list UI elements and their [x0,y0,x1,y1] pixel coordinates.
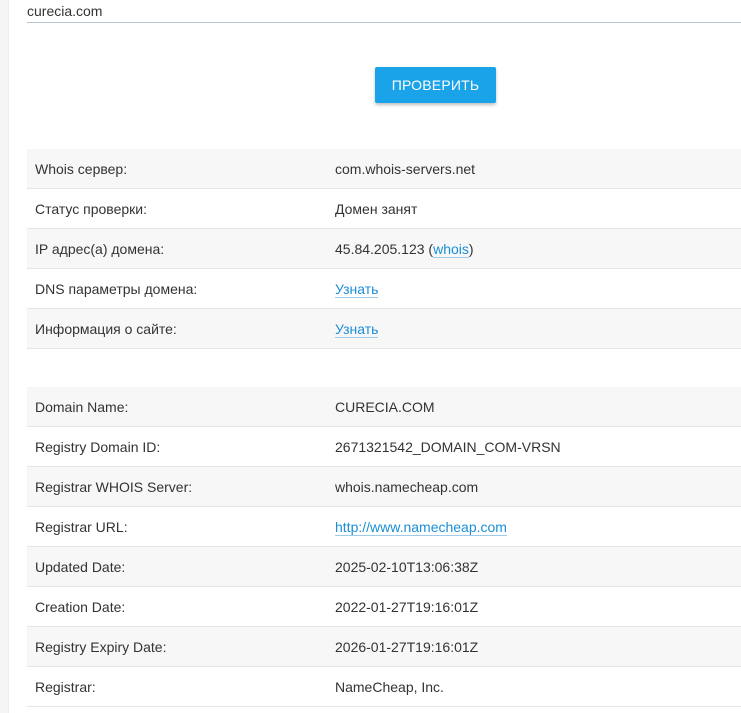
row-label: Registry Domain ID: [27,426,327,467]
table-row: Whois сервер: com.whois-servers.net [27,149,741,189]
table-row: Domain Name: CURECIA.COM [27,387,741,427]
table-row: Registrar WHOIS Server: whois.namecheap.… [27,466,741,507]
row-value: NameCheap, Inc. [327,666,741,707]
left-rail [0,0,9,713]
row-label: Domain Name: [27,387,327,427]
row-value: http://www.namecheap.com [327,506,741,547]
row-value: 2671321542_DOMAIN_COM-VRSN [327,426,741,467]
table-row: Registrar: NameCheap, Inc. [27,666,741,707]
site-info-link[interactable]: Узнать [335,320,379,338]
row-value: com.whois-servers.net [327,149,741,189]
table-row: DNS параметры домена: Узнать [27,268,741,309]
domain-status-table: Whois сервер: com.whois-servers.net Стат… [27,149,741,349]
row-label: Whois сервер: [27,149,327,189]
ip-whois-link[interactable]: whois [433,240,469,258]
row-value: CURECIA.COM [327,387,741,427]
row-value: Узнать [327,308,741,349]
table-row: Registrar URL: http://www.namecheap.com [27,506,741,547]
table-row: Информация о сайте: Узнать [27,308,741,349]
row-label: Статус проверки: [27,188,327,229]
row-label: Creation Date: [27,586,327,627]
row-value: Узнать [327,268,741,309]
domain-input[interactable] [27,0,741,23]
table-row: Registry Domain ID: 2671321542_DOMAIN_CO… [27,426,741,467]
row-label: Информация о сайте: [27,308,327,349]
row-value: 2022-01-27T19:16:01Z [327,586,741,627]
row-label: IP адрес(а) домена: [27,228,327,269]
paren-open: ( [424,240,434,257]
table-row: Статус проверки: Домен занят [27,188,741,229]
row-label: Updated Date: [27,546,327,587]
check-button[interactable]: ПРОВЕРИТЬ [375,67,496,103]
table-row: IP адрес(а) домена: 45.84.205.123 (whois… [27,228,741,269]
table-row: Updated Date: 2025-02-10T13:06:38Z [27,546,741,587]
row-label: DNS параметры домена: [27,268,327,309]
row-value: whois.namecheap.com [327,466,741,507]
dns-lookup-link[interactable]: Узнать [335,280,379,298]
row-value: 45.84.205.123 (whois) [327,228,741,269]
whois-record-table: Domain Name: CURECIA.COM Registry Domain… [27,387,741,707]
row-label: Registrar WHOIS Server: [27,466,327,507]
registrar-url-link[interactable]: http://www.namecheap.com [335,518,507,536]
row-label: Registry Expiry Date: [27,626,327,667]
row-value: 2025-02-10T13:06:38Z [327,546,741,587]
row-label: Registrar URL: [27,506,327,547]
row-label: Registrar: [27,666,327,707]
paren-close: ) [468,240,474,257]
row-value: Домен занят [327,188,741,229]
table-row: Creation Date: 2022-01-27T19:16:01Z [27,586,741,627]
row-value: 2026-01-27T19:16:01Z [327,626,741,667]
ip-address: 45.84.205.123 [335,240,425,257]
table-row: Registry Expiry Date: 2026-01-27T19:16:0… [27,626,741,667]
